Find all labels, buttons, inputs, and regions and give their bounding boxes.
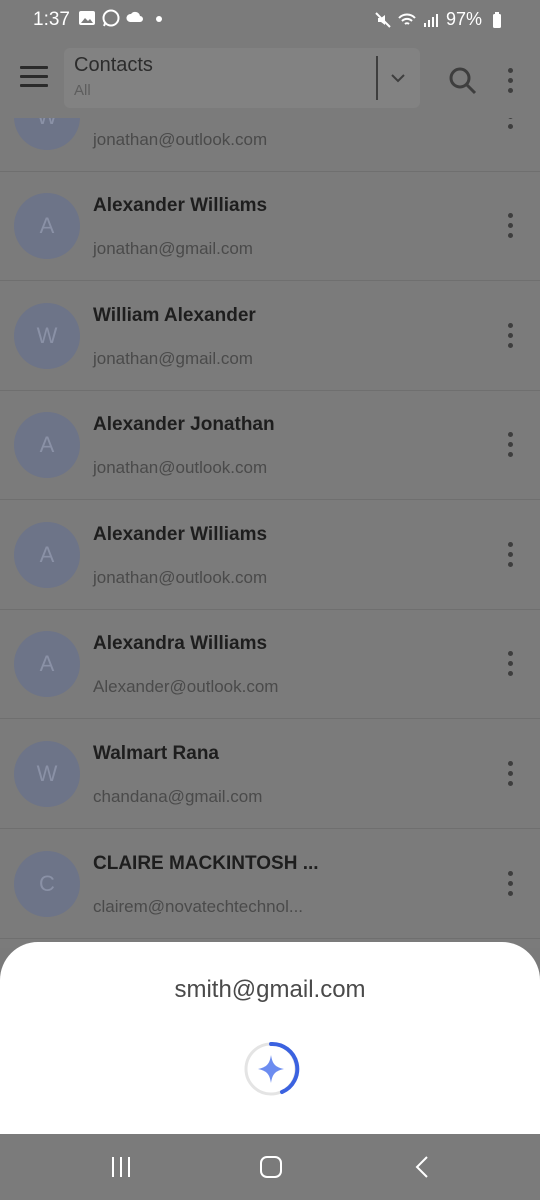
contact-name: Alexander Williams (93, 195, 268, 216)
contact-more-icon[interactable] (508, 542, 514, 572)
battery-icon (493, 11, 501, 28)
contact-row[interactable]: A Alexander Williams jonathan@outlook.co… (0, 500, 540, 610)
notification-icons (78, 9, 168, 27)
contact-email: jonathan@gmail.com (93, 239, 253, 258)
app-bar: Contacts All (0, 40, 540, 118)
avatar: W (14, 741, 80, 807)
avatar: W (14, 118, 80, 150)
bottom-sheet: smith@gmail.com (0, 942, 540, 1134)
search-icon[interactable] (448, 66, 478, 96)
dropdown-divider (376, 56, 378, 100)
status-bar: 1:37 97% (0, 0, 540, 40)
home-icon[interactable] (258, 1154, 284, 1180)
avatar: A (14, 412, 80, 478)
contact-row[interactable]: W William Alexander jonathan@gmail.com (0, 281, 540, 391)
contact-email: jonathan@outlook.com (93, 458, 268, 477)
contact-name: William Alexander (93, 305, 256, 326)
chevron-down-icon (391, 74, 405, 83)
contact-more-icon[interactable] (508, 651, 514, 681)
contact-row[interactable]: W Walmart Rana chandana@gmail.com (0, 719, 540, 829)
avatar: A (14, 522, 80, 588)
contact-more-icon[interactable] (508, 432, 514, 462)
contact-email: clairem@novatechtechnol... (93, 897, 304, 916)
signal-icon (423, 13, 438, 27)
contact-name: Alexander Jonathan (93, 414, 275, 435)
back-icon[interactable] (410, 1154, 436, 1180)
contact-row[interactable]: A Alexander Williams jonathan@gmail.com (0, 171, 540, 281)
filter-value: All (74, 82, 91, 99)
avatar: C (14, 851, 80, 917)
contact-more-icon[interactable] (508, 323, 514, 353)
contact-row[interactable]: A Alexandra Williams Alexander@outlook.c… (0, 609, 540, 719)
recent-apps-icon[interactable] (108, 1154, 134, 1180)
avatar: W (14, 303, 80, 369)
contact-email: jonathan@gmail.com (93, 349, 253, 368)
avatar: A (14, 193, 80, 259)
contact-row[interactable]: W jonathan@outlook.com (0, 118, 540, 172)
cloud-icon (126, 11, 143, 22)
contact-email: jonathan@outlook.com (93, 568, 268, 587)
contact-email: Alexander@outlook.com (93, 677, 279, 696)
contact-more-icon[interactable] (508, 213, 514, 243)
contact-row[interactable]: A Alexander Jonathan jonathan@outlook.co… (0, 390, 540, 500)
status-time: 1:37 (33, 9, 70, 30)
whatsapp-icon (102, 9, 120, 27)
contact-name: Alexander Williams (93, 524, 268, 545)
dot-icon (156, 16, 162, 22)
contact-more-icon[interactable] (508, 761, 514, 791)
contact-name: Walmart Rana (93, 743, 219, 764)
contact-more-icon[interactable] (508, 871, 514, 901)
avatar: A (14, 631, 80, 697)
battery-percent: 97% (445, 9, 482, 29)
menu-icon[interactable] (20, 66, 48, 88)
image-icon (79, 11, 95, 25)
system-icons: 97% (374, 9, 506, 30)
contact-name: Alexandra Williams (93, 633, 268, 654)
more-options-icon[interactable] (508, 68, 514, 98)
wifi-icon (398, 13, 416, 25)
contact-row[interactable]: C CLAIRE MACKINTOSH ... clairem@novatech… (0, 829, 540, 939)
contacts-filter-dropdown[interactable]: Contacts All (64, 48, 420, 108)
contact-more-icon[interactable] (508, 118, 514, 134)
contact-email: chandana@gmail.com (93, 787, 263, 806)
contact-name: CLAIRE MACKINTOSH ... (93, 853, 319, 874)
mute-icon (375, 11, 391, 28)
ai-sparkle-loading-icon (244, 1041, 300, 1096)
system-nav-bar (0, 1134, 540, 1200)
contact-email: jonathan@outlook.com (93, 130, 268, 149)
page-title: Contacts (74, 54, 153, 76)
sheet-email: smith@gmail.com (174, 976, 366, 1003)
contacts-list: W jonathan@outlook.com A Alexander Willi… (0, 118, 540, 948)
